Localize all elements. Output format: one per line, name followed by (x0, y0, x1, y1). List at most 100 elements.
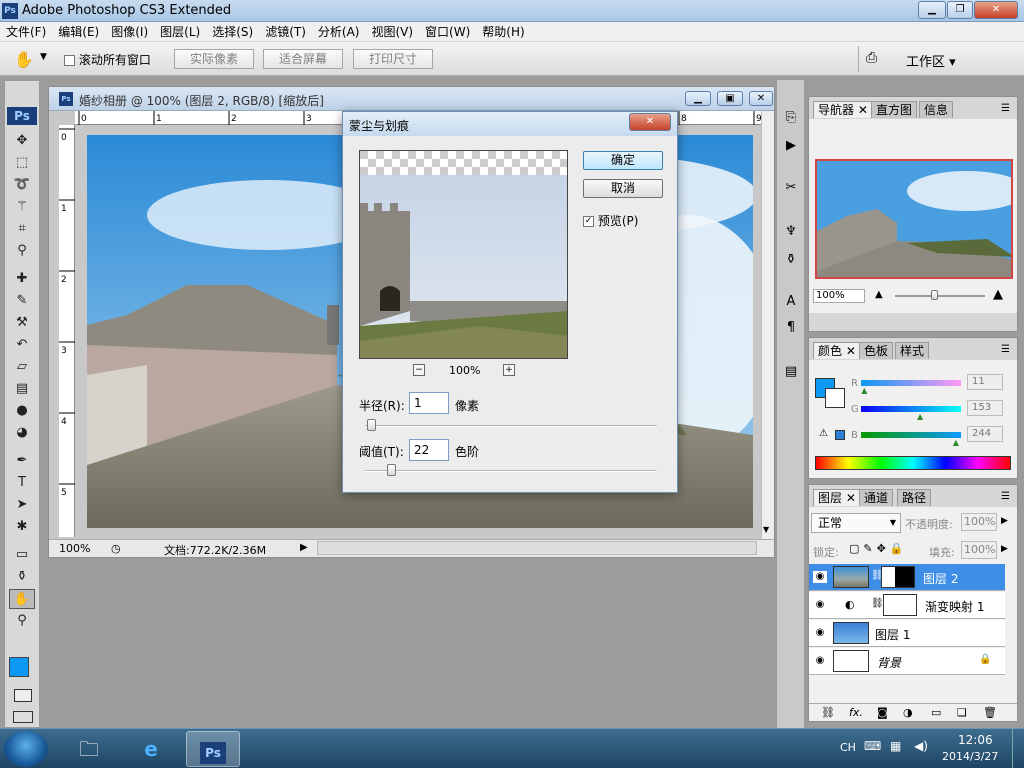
tab-color[interactable]: 颜色 ✕ (813, 342, 861, 359)
print-size-button[interactable]: 打印尺寸 (353, 49, 433, 69)
menu-file[interactable]: 文件(F) (0, 22, 52, 42)
actual-pixels-button[interactable]: 实际像素 (174, 49, 254, 69)
menu-select[interactable]: 选择(S) (206, 22, 259, 42)
link-layers-icon[interactable]: ⛓ (821, 706, 835, 719)
r-slider[interactable]: ▲ (861, 380, 961, 395)
status-info-icon[interactable]: ◷ (111, 542, 121, 555)
gamut-swatch[interactable] (835, 430, 845, 440)
screen-mode-icon[interactable] (13, 711, 33, 723)
layer-row[interactable]: ◉ ◐ ⛓ 渐变映射 1 (809, 592, 1005, 619)
clone-stamp-icon[interactable]: ⚒ (9, 313, 35, 333)
close-button[interactable]: ✕ (974, 1, 1018, 19)
paragraph-icon[interactable]: ¶ (780, 320, 802, 340)
foreground-color-swatch[interactable] (9, 657, 29, 677)
layer-row[interactable]: ◉ ⛓ 图层 2 (809, 564, 1005, 591)
zoom-in-icon[interactable]: + (503, 364, 515, 376)
menu-help[interactable]: 帮助(H) (476, 22, 530, 42)
layer-row[interactable]: ◉ 图层 1 (809, 620, 1005, 647)
history-brush-icon[interactable]: ↶ (9, 335, 35, 355)
zoom-icon[interactable]: ⚲ (9, 611, 35, 631)
menu-view[interactable]: 视图(V) (365, 22, 419, 42)
panel-menu-icon[interactable]: ☰ (1001, 491, 1010, 502)
menu-filter[interactable]: 滤镜(T) (259, 22, 312, 42)
tab-layers[interactable]: 图层 ✕ (813, 489, 861, 506)
lock-icons[interactable]: ▢✎✥🔒 (849, 542, 908, 555)
threshold-slider-thumb[interactable] (387, 464, 397, 476)
blend-mode-select[interactable]: 正常 ▼ (811, 513, 901, 533)
filter-preview[interactable] (359, 150, 568, 359)
actions-icon[interactable]: ▶ (780, 138, 802, 158)
shape-icon[interactable]: ✱ (9, 517, 35, 537)
opacity-input[interactable]: 100% (961, 513, 997, 531)
color-background-swatch[interactable] (825, 388, 845, 408)
adjustment-layer-icon[interactable]: ◑ (903, 706, 913, 719)
navigator-zoom[interactable]: 100% (813, 289, 865, 303)
g-input[interactable]: 153 (967, 400, 1003, 416)
layer-comps-icon[interactable]: ▤ (780, 364, 802, 384)
radius-slider-track[interactable] (365, 419, 657, 431)
zoom-in-mountain-icon[interactable]: ▲ (993, 287, 1003, 302)
b-slider[interactable]: ▲ (861, 432, 961, 447)
dodge-icon[interactable]: ◕ (9, 423, 35, 443)
eye-icon[interactable]: ◉ (813, 599, 827, 611)
tab-info[interactable]: 信息 (919, 101, 954, 118)
crop-icon[interactable]: ⌗ (9, 219, 35, 239)
warning-icon[interactable]: ⚠ (819, 428, 828, 439)
eyedropper-icon[interactable]: ⚱ (9, 567, 35, 587)
start-button[interactable] (4, 731, 48, 767)
keyboard-icon[interactable]: ⌨ (864, 739, 881, 753)
scroll-down-icon[interactable]: ▼ (763, 525, 769, 534)
dialog-close-button[interactable]: ✕ (629, 113, 671, 131)
restore-button[interactable]: ❐ (947, 1, 973, 19)
magic-wand-icon[interactable]: ⚚ (9, 197, 35, 217)
ok-button[interactable]: 确定 (583, 151, 663, 170)
hand-icon[interactable]: ✋ (14, 50, 34, 69)
taskbar-photoshop[interactable]: Ps (186, 731, 240, 767)
vertical-scrollbar[interactable]: ▼ (761, 111, 774, 539)
internet-explorer-icon[interactable]: e (124, 731, 178, 767)
eye-icon[interactable]: ◉ (813, 655, 827, 667)
b-input[interactable]: 244 (967, 426, 1003, 442)
fill-input[interactable]: 100% (961, 541, 997, 559)
add-mask-icon[interactable]: ◙ (877, 706, 888, 719)
panel-menu-icon[interactable]: ☰ (1001, 103, 1010, 114)
tab-navigator[interactable]: 导航器 ✕ (813, 101, 873, 118)
g-thumb[interactable]: ▲ (917, 412, 923, 421)
history-icon[interactable]: ⎘ (780, 110, 802, 130)
minimize-button[interactable]: ▁ (918, 1, 946, 19)
opacity-arrow-icon[interactable]: ▶ (1001, 516, 1008, 526)
hand-icon[interactable]: ✋ (9, 589, 35, 609)
new-layer-icon[interactable]: ❏ (957, 706, 967, 719)
menu-image[interactable]: 图像(I) (105, 22, 154, 42)
character-icon[interactable]: A (780, 294, 802, 314)
clone-source-icon[interactable]: ⚱ (780, 252, 802, 272)
navigator-zoom-thumb[interactable] (931, 290, 938, 300)
quick-mask-icon[interactable] (14, 689, 32, 702)
notes-icon[interactable]: ▭ (9, 545, 35, 565)
doc-maximize-button[interactable]: ▣ (717, 91, 743, 106)
layer-row[interactable]: ◉ 背景 🔒 (809, 648, 1005, 675)
brush-icon[interactable]: ✎ (9, 291, 35, 311)
status-menu-arrow-icon[interactable]: ▶ (300, 542, 308, 553)
radius-slider-thumb[interactable] (366, 419, 376, 431)
workspace-menu[interactable]: 工作区 ▾ (906, 51, 956, 70)
zoom-out-mountain-icon[interactable]: ▲ (875, 289, 883, 300)
threshold-slider-track[interactable] (365, 464, 657, 476)
color-ramp[interactable] (815, 456, 1011, 470)
zoom-field[interactable]: 100% (59, 542, 90, 555)
show-desktop-button[interactable] (1012, 729, 1024, 768)
fit-screen-button[interactable]: 适合屏幕 (263, 49, 343, 69)
blur-icon[interactable]: ● (9, 401, 35, 421)
panel-menu-icon[interactable]: ☰ (1001, 344, 1010, 355)
r-input[interactable]: 11 (967, 374, 1003, 390)
tab-histogram[interactable]: 直方图 (871, 101, 918, 118)
healing-brush-icon[interactable]: ✚ (9, 269, 35, 289)
tool-presets-icon[interactable]: ✂ (780, 180, 802, 200)
b-thumb[interactable]: ▲ (953, 438, 959, 447)
horizontal-scrollbar[interactable] (317, 541, 757, 555)
clock-time[interactable]: 12:06 (958, 733, 993, 747)
pen-icon[interactable]: ✒ (9, 451, 35, 471)
chevron-down-icon[interactable]: ▼ (40, 52, 47, 62)
eraser-icon[interactable]: ▱ (9, 357, 35, 377)
eye-icon[interactable]: ◉ (813, 571, 827, 583)
